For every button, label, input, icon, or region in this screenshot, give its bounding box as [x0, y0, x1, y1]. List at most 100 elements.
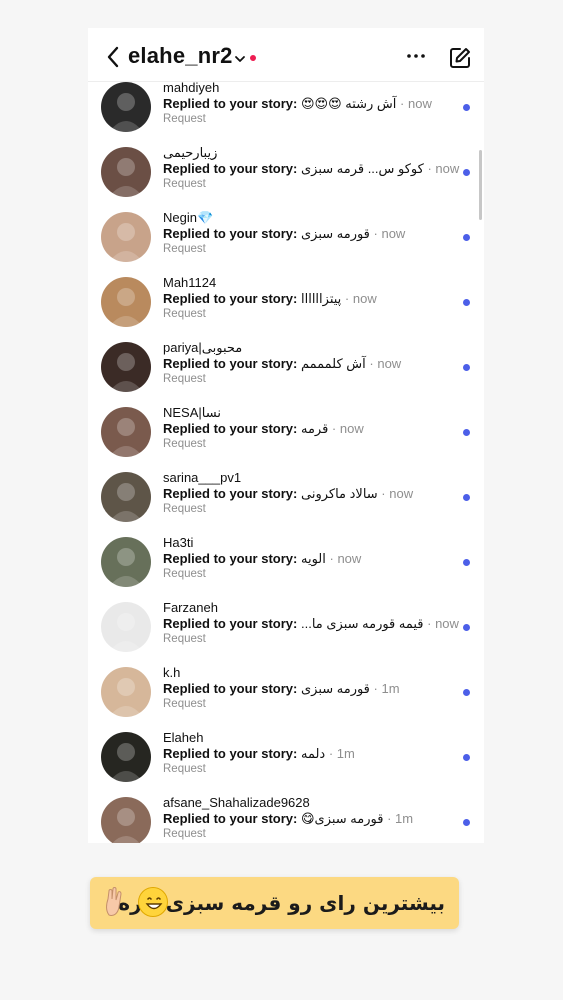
unread-dot: [463, 754, 470, 761]
request-label: Request: [163, 113, 206, 125]
sender-name: mahdiyeh: [163, 80, 220, 95]
separator: ·: [365, 356, 378, 371]
separator: ·: [328, 421, 340, 436]
conversation-row[interactable]: Elaheh Replied to your story: دلمه · 1m Re…: [88, 730, 484, 797]
conversation-row[interactable]: Negin💎 Replied to your story: قورمه سبزی …: [88, 210, 484, 277]
reply-label: Replied to your story:: [163, 421, 298, 436]
conversation-row[interactable]: afsane_Shahalizade9628 Replied to your st…: [88, 795, 484, 843]
more-options-icon[interactable]: [406, 46, 426, 66]
conversation-row[interactable]: k.h Replied to your story: قورمه سبزی · 1…: [88, 665, 484, 732]
avatar[interactable]: [101, 407, 151, 457]
message-text: قورمه سبزی😋: [300, 811, 384, 826]
avatar[interactable]: [101, 667, 151, 717]
message-preview: Replied to your story: قورمه سبزی · 1m: [163, 681, 463, 697]
caption-banner: بیشترین رای رو قرمه سبزی داره: [90, 877, 459, 929]
message-preview: Replied to your story: کوکو س... قرمه سب…: [163, 161, 463, 177]
avatar[interactable]: [101, 212, 151, 262]
request-label: Request: [163, 243, 206, 255]
separator: ·: [325, 746, 337, 761]
message-preview: Replied to your story: سالاد ماکرونی · n…: [163, 486, 463, 502]
reply-label: Replied to your story:: [163, 681, 298, 696]
reply-label: Replied to your story:: [163, 746, 298, 761]
message-list[interactable]: mahdiyeh Replied to your story: آش رشته 😍…: [88, 28, 484, 843]
unread-dot: [463, 104, 470, 111]
message-preview: Replied to your story: قورمه سبزی😋 · 1m: [163, 811, 463, 827]
avatar[interactable]: [101, 277, 151, 327]
message-text: الویه: [300, 551, 326, 566]
conversation-row[interactable]: Mah1124 Replied to your story: پیتزاااااا…: [88, 275, 484, 342]
message-preview: Replied to your story: قورمه سبزی · now: [163, 226, 463, 242]
request-label: Request: [163, 438, 206, 450]
avatar[interactable]: [101, 472, 151, 522]
message-preview: Replied to your story: قیمه قورمه سبزی م…: [163, 616, 463, 632]
unread-dot: [463, 819, 470, 826]
reply-label: Replied to your story:: [163, 486, 298, 501]
request-label: Request: [163, 633, 206, 645]
request-label: Request: [163, 503, 206, 515]
request-label: Request: [163, 828, 206, 840]
unread-dot: [463, 689, 470, 696]
timestamp: 1m: [336, 746, 355, 761]
message-preview: Replied to your story: دلمه · 1m: [163, 746, 463, 762]
unread-dot: [463, 429, 470, 436]
account-username[interactable]: elahe_nr2: [128, 43, 233, 69]
message-text: آش کلمممم: [300, 356, 366, 371]
avatar[interactable]: [101, 82, 151, 132]
avatar[interactable]: [101, 732, 151, 782]
avatar[interactable]: [101, 147, 151, 197]
message-text: قورمه سبزی: [300, 226, 370, 241]
request-label: Request: [163, 373, 206, 385]
separator: ·: [369, 681, 382, 696]
unread-dot: [463, 169, 470, 176]
timestamp: now: [339, 421, 364, 436]
sender-name: Mah1124: [163, 275, 217, 290]
sender-name: Ha3ti: [163, 535, 194, 550]
reply-label: Replied to your story:: [163, 551, 298, 566]
conversation-row[interactable]: sarina___pv1 Replied to your story: سالاد…: [88, 470, 484, 537]
new-message-icon[interactable]: [448, 46, 472, 70]
conversation-row[interactable]: NESA|نسا Replied to your story: قرمه · no…: [88, 405, 484, 472]
avatar[interactable]: [101, 602, 151, 652]
reply-label: Replied to your story:: [163, 811, 298, 826]
message-preview: Replied to your story: آش کلمممم · now: [163, 356, 463, 372]
conversation-row[interactable]: mahdiyeh Replied to your story: آش رشته 😍…: [88, 80, 484, 147]
avatar[interactable]: [101, 537, 151, 587]
timestamp: now: [435, 161, 460, 176]
timestamp: 1m: [395, 811, 414, 826]
timestamp: now: [377, 356, 402, 371]
separator: ·: [383, 811, 396, 826]
message-text: قورمه سبزی: [300, 681, 370, 696]
header-bar: elahe_nr2: [88, 28, 484, 82]
reply-label: Replied to your story:: [163, 616, 298, 631]
back-arrow-icon[interactable]: [102, 44, 124, 70]
conversation-row[interactable]: Farzaneh Replied to your story: قیمه قورم…: [88, 600, 484, 667]
separator: ·: [423, 161, 436, 176]
phone-screen: mahdiyeh Replied to your story: آش رشته 😍…: [88, 28, 484, 843]
sender-name: زیبارحیمی: [163, 145, 218, 160]
scrollbar[interactable]: [479, 150, 482, 220]
request-label: Request: [163, 178, 206, 190]
avatar[interactable]: [101, 342, 151, 392]
message-text: قرمه: [300, 421, 329, 436]
message-preview: Replied to your story: الویه · now: [163, 551, 463, 567]
chevron-down-icon[interactable]: [234, 51, 246, 62]
message-text: پیتزاااااا: [300, 291, 342, 306]
request-label: Request: [163, 763, 206, 775]
request-label: Request: [163, 308, 206, 320]
conversation-row[interactable]: pariya|محبوبی Replied to your story: آش ک…: [88, 340, 484, 407]
request-label: Request: [163, 568, 206, 580]
conversation-row[interactable]: Ha3ti Replied to your story: الویه · now R…: [88, 535, 484, 602]
separator: ·: [325, 551, 338, 566]
unread-dot: [463, 559, 470, 566]
conversation-row[interactable]: زیبارحیمی Replied to your story: کوکو س..…: [88, 145, 484, 212]
timestamp: now: [352, 291, 377, 306]
sender-name: sarina___pv1: [163, 470, 242, 485]
sender-name: Negin💎: [163, 210, 214, 225]
message-text: قیمه قورمه سبزی ما...: [300, 616, 424, 631]
timestamp: now: [435, 616, 459, 631]
timestamp: 1m: [381, 681, 400, 696]
avatar[interactable]: [101, 797, 151, 843]
sender-name: NESA|نسا: [163, 405, 221, 420]
timestamp: now: [389, 486, 414, 501]
message-text: سالاد ماکرونی: [300, 486, 378, 501]
